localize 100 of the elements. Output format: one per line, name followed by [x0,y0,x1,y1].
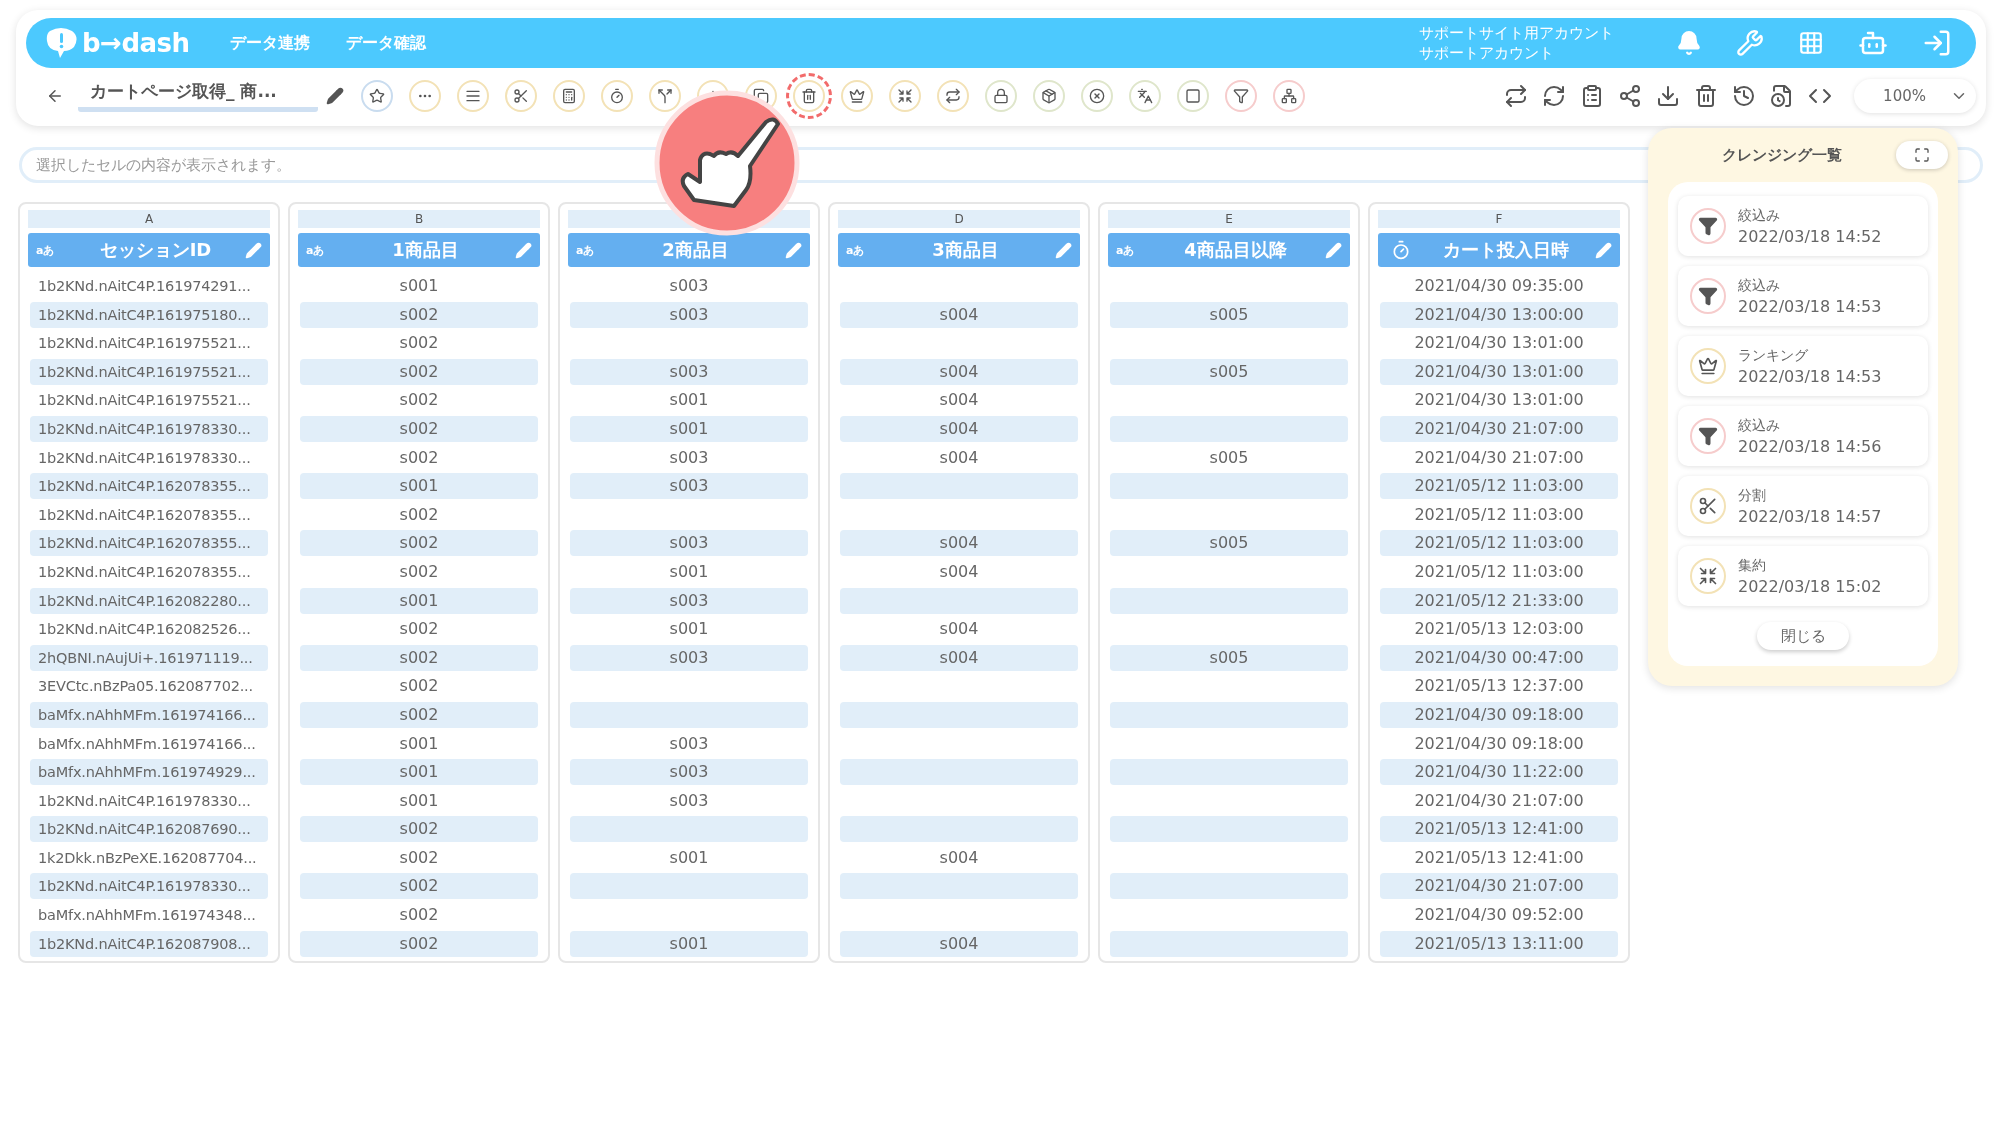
table-cell[interactable]: 2021/04/30 09:52:00 [1380,902,1618,929]
refresh-icon[interactable] [1542,84,1566,108]
table-cell[interactable]: 2021/05/13 13:11:00 [1380,930,1618,957]
empty-cell[interactable] [1110,930,1348,957]
table-cell[interactable]: 2021/05/13 12:41:00 [1380,816,1618,843]
table-cell[interactable]: s004 [840,616,1078,643]
table-cell[interactable]: 2021/05/12 11:03:00 [1380,501,1618,528]
empty-cell[interactable] [1110,759,1348,786]
empty-cell[interactable] [570,873,808,900]
table-cell[interactable]: s001 [300,273,538,299]
table-cell[interactable]: s003 [570,730,808,757]
close-button[interactable]: 閉じる [1757,622,1849,650]
table-cell[interactable]: baMfx.nAhhMFm.161974166... [30,730,268,757]
table-cell[interactable]: s001 [570,844,808,871]
table-cell[interactable]: s002 [300,616,538,643]
empty-cell[interactable] [1110,415,1348,442]
table-cell[interactable]: 1b2KNd.nAitC4P.162078355... [30,530,268,557]
table-cell[interactable]: 2021/05/13 12:37:00 [1380,673,1618,700]
zoom-select[interactable]: 100% [1854,79,1976,113]
table-cell[interactable]: s003 [570,444,808,471]
table-cell[interactable]: s002 [300,501,538,528]
table-cell[interactable]: 2021/04/30 09:18:00 [1380,730,1618,757]
table-cell[interactable]: baMfx.nAhhMFm.161974929... [30,759,268,786]
repeat-icon[interactable] [1504,84,1528,108]
table-cell[interactable]: 1b2KNd.nAitC4P.161974291... [30,273,268,299]
table-cell[interactable]: s002 [300,444,538,471]
table-cell[interactable]: s004 [840,415,1078,442]
table-cell[interactable]: s004 [840,301,1078,328]
table-cell[interactable]: s003 [570,530,808,557]
cleansing-item[interactable]: 集約 2022/03/18 15:02 [1678,546,1928,606]
empty-cell[interactable] [1110,873,1348,900]
table-cell[interactable]: 2021/05/12 11:03:00 [1380,473,1618,500]
table-cell[interactable]: 2hQBNI.nAujUi+.161971119... [30,644,268,671]
table-cell[interactable]: s002 [300,330,538,357]
table-cell[interactable]: s002 [300,902,538,929]
table-cell[interactable]: s005 [1110,644,1348,671]
table-cell[interactable]: s003 [570,644,808,671]
table-cell[interactable]: s002 [300,816,538,843]
table-cell[interactable]: 2021/04/30 21:07:00 [1380,415,1618,442]
table-cell[interactable]: s005 [1110,301,1348,328]
table-cell[interactable]: 2021/04/30 13:01:00 [1380,387,1618,414]
empty-cell[interactable] [840,473,1078,500]
table-cell[interactable]: 1b2KNd.nAitC4P.161978330... [30,415,268,442]
table-cell[interactable]: 2021/04/30 21:07:00 [1380,873,1618,900]
file-icon[interactable] [1770,84,1794,108]
table-cell[interactable]: s003 [570,787,808,814]
table-cell[interactable]: baMfx.nAhhMFm.161974166... [30,701,268,728]
table-cell[interactable]: 2021/04/30 13:00:00 [1380,301,1618,328]
table-cell[interactable]: s004 [840,844,1078,871]
table-cell[interactable]: 1b2KNd.nAitC4P.161975521... [30,330,268,357]
table-cell[interactable]: s003 [570,473,808,500]
pencil-icon[interactable] [326,87,344,105]
table-cell[interactable]: s005 [1110,444,1348,471]
table-cell[interactable]: s004 [840,530,1078,557]
table-cell[interactable]: 1b2KNd.nAitC4P.162087690... [30,816,268,843]
table-cell[interactable]: s002 [300,558,538,585]
table-cell[interactable]: s001 [300,730,538,757]
page-title[interactable]: カートページ取得_ 商... [78,80,318,112]
empty-cell[interactable] [840,759,1078,786]
table-cell[interactable]: s002 [300,301,538,328]
empty-cell[interactable] [1110,701,1348,728]
tool-button[interactable] [786,73,832,119]
table-cell[interactable]: 1b2KNd.nAitC4P.161975180... [30,301,268,328]
table-cell[interactable]: s003 [570,273,808,299]
cleansing-item[interactable]: ランキング 2022/03/18 14:53 [1678,336,1928,396]
expand-button[interactable] [1896,141,1948,169]
table-cell[interactable]: baMfx.nAhhMFm.161974348... [30,902,268,929]
table-cell[interactable]: s004 [840,558,1078,585]
table-cell[interactable]: s002 [300,644,538,671]
cleansing-item[interactable]: 絞込み 2022/03/18 14:53 [1678,266,1928,326]
table-cell[interactable]: s001 [570,616,808,643]
login-icon[interactable] [1922,28,1952,58]
empty-cell[interactable] [1110,587,1348,614]
empty-cell[interactable] [1110,473,1348,500]
table-cell[interactable]: 1b2KNd.nAitC4P.162082526... [30,616,268,643]
clipboard-icon[interactable] [1580,84,1604,108]
table-cell[interactable]: 2021/05/12 21:33:00 [1380,587,1618,614]
table-cell[interactable]: s005 [1110,530,1348,557]
table-cell[interactable]: s001 [300,759,538,786]
table-cell[interactable]: s002 [300,701,538,728]
table-cell[interactable]: 2021/04/30 00:47:00 [1380,644,1618,671]
table-cell[interactable]: s002 [300,415,538,442]
table-cell[interactable]: s003 [570,301,808,328]
cleansing-item[interactable]: 絞込み 2022/03/18 14:56 [1678,406,1928,466]
table-cell[interactable]: s001 [300,787,538,814]
grid-icon[interactable] [1798,30,1824,56]
table-cell[interactable]: 1b2KNd.nAitC4P.162078355... [30,473,268,500]
table-cell[interactable]: 1b2KNd.nAitC4P.161975521... [30,358,268,385]
empty-cell[interactable] [840,701,1078,728]
table-cell[interactable]: s004 [840,358,1078,385]
table-cell[interactable]: s001 [570,387,808,414]
table-cell[interactable]: 2021/05/13 12:41:00 [1380,844,1618,871]
table-cell[interactable]: s002 [300,930,538,957]
table-cell[interactable]: 2021/04/30 09:35:00 [1380,273,1618,299]
bell-icon[interactable] [1676,30,1702,56]
table-cell[interactable]: s002 [300,358,538,385]
table-cell[interactable]: s001 [570,930,808,957]
empty-cell[interactable] [570,816,808,843]
table-cell[interactable]: 2021/04/30 09:18:00 [1380,701,1618,728]
empty-cell[interactable] [840,587,1078,614]
